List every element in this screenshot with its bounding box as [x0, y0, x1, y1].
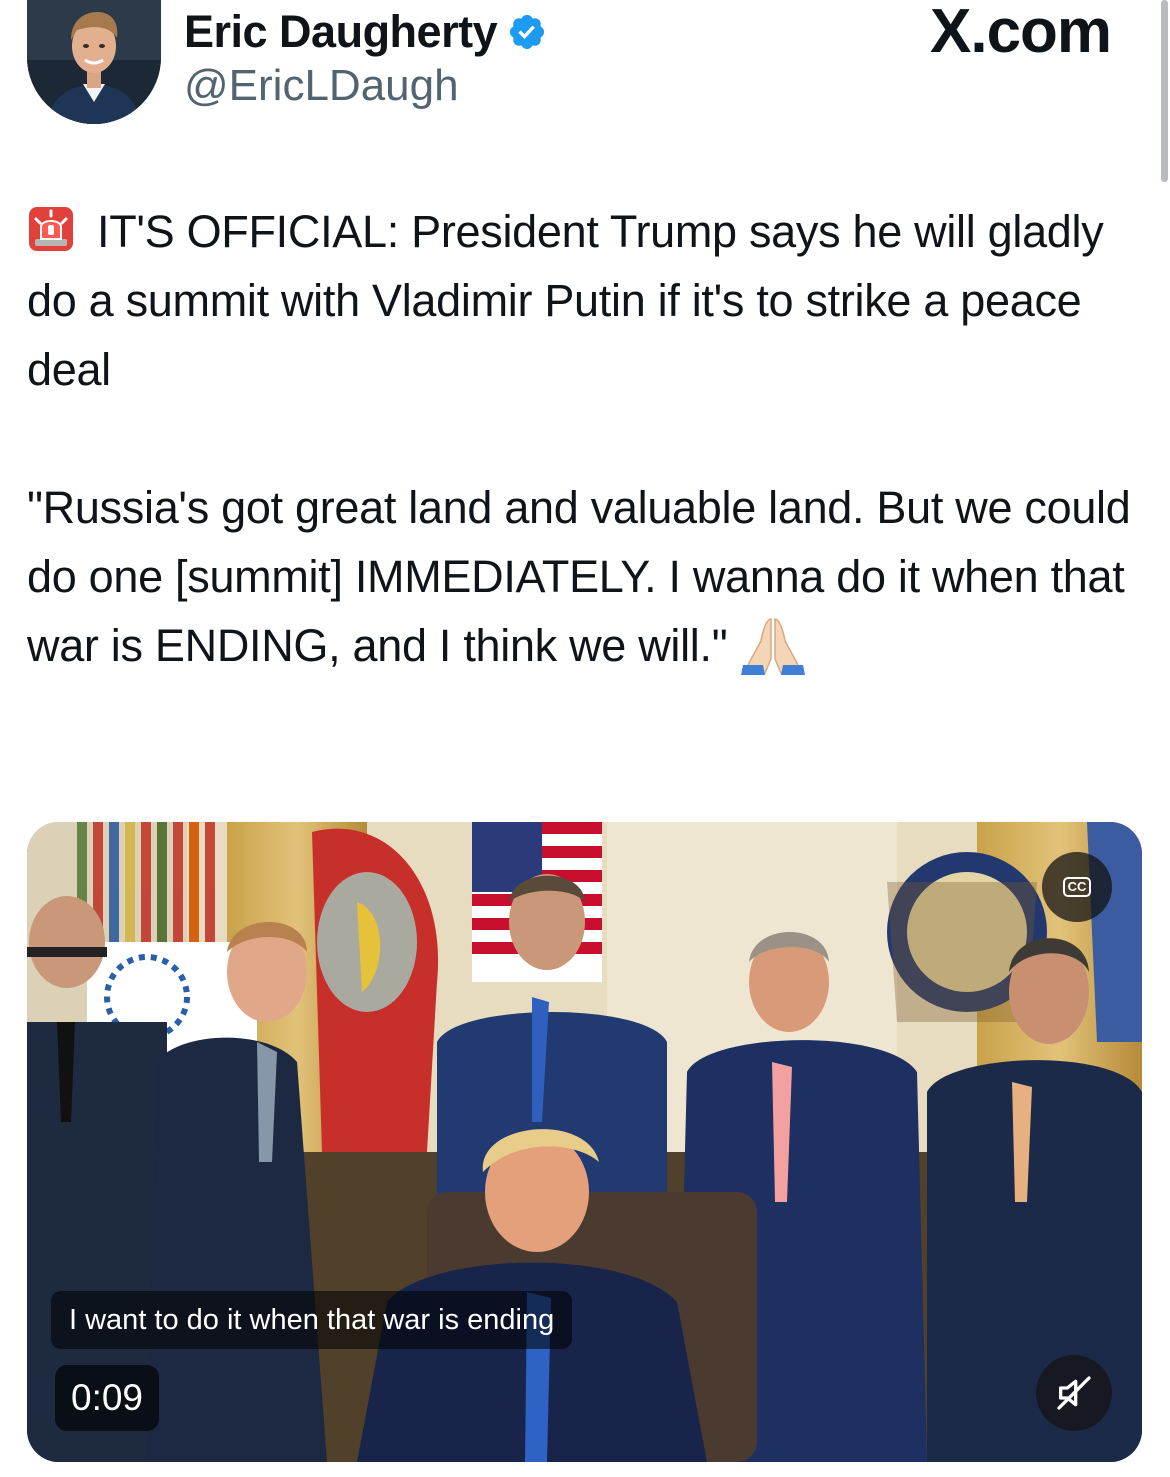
- author-name-row: Eric Daugherty: [184, 4, 547, 60]
- siren-icon: [29, 207, 73, 251]
- tweet-body: IT'S OFFICIAL: President Trump says he w…: [27, 197, 1152, 680]
- verified-badge-icon: [510, 14, 545, 50]
- video-frame: [27, 822, 1142, 1462]
- tweet-paragraph-1: IT'S OFFICIAL: President Trump says he w…: [27, 197, 1152, 404]
- author-display-name[interactable]: Eric Daugherty: [184, 4, 498, 60]
- video-timestamp: 0:09: [55, 1365, 160, 1431]
- video-player[interactable]: CC I want to do it when that war is endi…: [27, 822, 1142, 1462]
- captions-icon: CC: [1062, 877, 1092, 897]
- unmute-button[interactable]: [1036, 1355, 1112, 1431]
- site-watermark: X.com: [930, 0, 1112, 66]
- folded-hands-icon: [741, 618, 806, 675]
- author-handle[interactable]: @EricLDaugh: [184, 58, 459, 114]
- tweet-paragraph-2-text: "Russia's got great land and valuable la…: [27, 482, 1131, 671]
- author-avatar[interactable]: [27, 0, 161, 124]
- tweet-paragraph-2: "Russia's got great land and valuable la…: [27, 473, 1152, 680]
- video-caption: I want to do it when that war is ending: [51, 1291, 573, 1349]
- scrollbar[interactable]: [1161, 0, 1168, 182]
- speaker-muted-icon: [1057, 1376, 1091, 1410]
- tweet-paragraph-1-text: IT'S OFFICIAL: President Trump says he w…: [27, 206, 1104, 395]
- captions-button[interactable]: CC: [1042, 852, 1112, 922]
